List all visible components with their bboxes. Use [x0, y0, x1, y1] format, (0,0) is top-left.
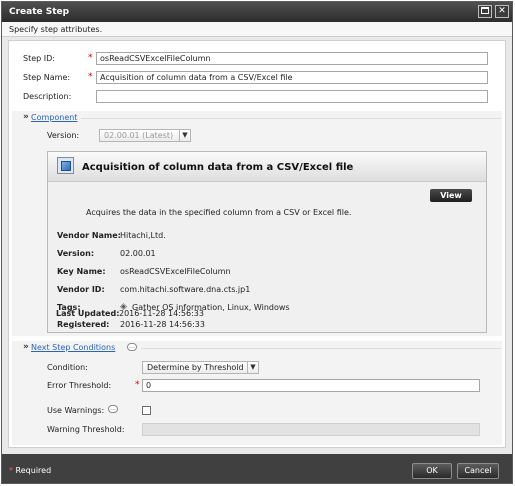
vendor-id-value: com.hitachi.software.dna.cts.jp1	[120, 285, 251, 294]
close-button[interactable]: ✕	[495, 5, 509, 18]
condition-label: Condition:	[47, 363, 88, 372]
step-name-required-marker: *	[88, 72, 93, 82]
dialog-subtitle: Specify step attributes.	[2, 22, 512, 37]
use-warnings-checkbox[interactable]	[142, 406, 151, 415]
version-select-value: 02.00.01 (Latest)	[104, 131, 174, 140]
component-card-header: Acquisition of column data from a CSV/Ex…	[48, 152, 486, 182]
version-key: Version:	[57, 249, 95, 258]
component-description: Acquires the data in the specified colum…	[86, 208, 352, 217]
step-id-input[interactable]: osReadCSVExcelFileColumn	[96, 52, 488, 65]
vendor-name-key: Vendor Name:	[57, 231, 121, 240]
error-threshold-required-marker: *	[135, 380, 140, 390]
next-step-section-link[interactable]: Next Step Conditions	[31, 343, 115, 352]
dialog-body: Step ID: * osReadCSVExcelFileColumn Step…	[8, 40, 506, 448]
chevron-down-icon: ▼	[179, 130, 190, 141]
dialog-footer: * Required OK Cancel	[2, 454, 512, 483]
maximize-button[interactable]	[478, 5, 492, 18]
use-warnings-help-icon[interactable]: …	[108, 405, 118, 413]
component-divider	[81, 118, 501, 119]
description-label: Description:	[23, 92, 72, 101]
required-text: Required	[13, 466, 52, 475]
condition-select-value: Determine by Threshold	[147, 363, 244, 372]
step-id-label: Step ID:	[23, 54, 55, 63]
next-step-divider	[141, 348, 501, 349]
close-icon: ✕	[498, 6, 506, 16]
component-card-title: Acquisition of column data from a CSV/Ex…	[82, 162, 354, 173]
warning-threshold-input	[142, 423, 480, 436]
component-collapse-icon[interactable]: »	[23, 112, 29, 122]
dialog-title: Create Step	[9, 7, 70, 17]
title-bar: Create Step ✕	[2, 2, 512, 22]
step-id-required-marker: *	[88, 53, 93, 63]
ok-button[interactable]: OK	[412, 463, 452, 479]
version-label: Version:	[47, 131, 80, 140]
last-updated-value: 2016-11-28 14:56:33	[119, 309, 204, 318]
key-name-key: Key Name:	[57, 267, 106, 276]
vendor-id-key: Vendor ID:	[57, 285, 105, 294]
use-warnings-label: Use Warnings:	[47, 406, 105, 415]
condition-select[interactable]: Determine by Threshold ▼	[142, 361, 259, 374]
cancel-button[interactable]: Cancel	[457, 463, 499, 479]
warning-threshold-label: Warning Threshold:	[47, 425, 125, 434]
description-input[interactable]	[96, 90, 488, 103]
version-select: 02.00.01 (Latest) ▼	[99, 129, 191, 142]
error-threshold-input[interactable]: 0	[142, 379, 480, 392]
error-threshold-label: Error Threshold:	[47, 381, 112, 390]
step-name-input[interactable]: Acquisition of column data from a CSV/Ex…	[96, 71, 488, 84]
registered-key: Registered:	[57, 320, 110, 329]
component-section-link[interactable]: Component	[31, 113, 77, 122]
key-name-value: osReadCSVExcelFileColumn	[120, 267, 231, 276]
step-name-label: Step Name:	[23, 73, 71, 82]
help-speech-icon[interactable]: …	[127, 343, 137, 351]
next-step-collapse-icon[interactable]: »	[23, 342, 29, 352]
required-note: * Required	[9, 466, 51, 475]
create-step-dialog: Create Step ✕ Specify step attributes. S…	[1, 1, 513, 484]
component-card: Acquisition of column data from a CSV/Ex…	[47, 151, 487, 333]
last-updated-key: Last Updated:	[56, 309, 120, 318]
component-cube-icon	[57, 157, 74, 174]
version-value: 02.00.01	[120, 249, 156, 258]
maximize-icon	[481, 7, 489, 14]
registered-value: 2016-11-28 14:56:33	[120, 320, 205, 329]
chevron-down-icon: ▼	[247, 362, 258, 373]
vendor-name-value: Hitachi,Ltd.	[120, 231, 166, 240]
view-button[interactable]: View	[430, 189, 472, 202]
